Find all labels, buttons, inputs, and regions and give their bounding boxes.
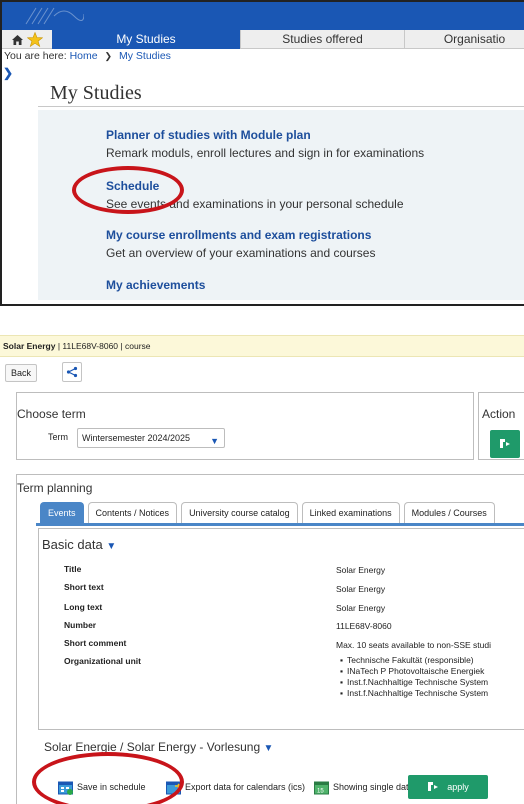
planner-description: Remark moduls, enroll lectures and sign … (106, 146, 425, 160)
tab-contents-notices[interactable]: Contents / Notices (87, 502, 178, 524)
number-value: 11LE68V-8060 (336, 621, 392, 631)
short-comment-key: Short comment (64, 638, 127, 648)
long-text-value: Solar Energy (336, 603, 386, 613)
home-icon[interactable] (8, 32, 26, 47)
short-comment-value: Max. 10 seats available to non-SSE studi (336, 640, 491, 650)
course-sep-2: | (120, 341, 123, 351)
org-unit-item: Inst.f.Nachhaltige Technische System (340, 688, 488, 699)
tab-linked-examinations[interactable]: Linked examinations (301, 502, 400, 524)
top-navigation: My Studies Studies offered Organisatio (2, 30, 524, 49)
back-button[interactable]: Back (5, 364, 38, 382)
lecture-heading-label: Solar Energie / Solar Energy - Vorlesung (44, 740, 261, 754)
course-number: 11LE68V-8060 (62, 341, 119, 351)
university-logo (25, 7, 84, 25)
show-single-dates-button[interactable]: 15 Showing single dates. (314, 777, 421, 797)
title-divider (38, 106, 524, 107)
export-ics-label: Export data for calendars (ics) (185, 782, 306, 792)
org-unit-item: Technische Fakultät (responsible) (340, 655, 488, 666)
enrollments-description: Get an overview of your examinations and… (106, 246, 376, 260)
breadcrumb-home-link[interactable]: Home (70, 50, 98, 62)
org-unit-list: Technische Fakultät (responsible) INaTec… (340, 655, 488, 699)
save-in-schedule-label: Save in schedule (77, 782, 146, 792)
tab-organisation[interactable]: Organisatio (404, 30, 524, 49)
breadcrumb: You are here: Home ❯ My Studies (2, 49, 524, 63)
short-text-key: Short text (64, 582, 104, 592)
course-title: Solar Energy (3, 341, 56, 351)
menu-item-planner: Planner of studies with Module plan Rema… (106, 128, 424, 160)
calendar-dates-icon: 15 (314, 781, 329, 794)
tab-modules-courses[interactable]: Modules / Courses (403, 502, 495, 524)
lecture-heading[interactable]: Solar Energie / Solar Energy - Vorlesung… (44, 740, 273, 754)
basic-data-heading-label: Basic data (42, 537, 103, 552)
apply-button[interactable]: apply (408, 775, 488, 799)
portal-header (2, 2, 524, 30)
enrollments-link[interactable]: My course enrollments and exam registrat… (106, 228, 375, 242)
org-unit-key: Organizational unit (64, 656, 141, 666)
my-studies-screenshot: My Studies Studies offered Organisatio Y… (0, 0, 524, 306)
menu-item-achievements: My achievements (106, 278, 205, 292)
org-unit-item: Inst.f.Nachhaltige Technische System (340, 677, 488, 688)
save-in-schedule-button[interactable]: Save in schedule (58, 777, 146, 797)
choose-term-box: Choose term (16, 392, 474, 460)
planner-link[interactable]: Planner of studies with Module plan (106, 128, 424, 142)
course-breadcrumb: Solar Energy | 11LE68V-8060 | course (0, 335, 524, 357)
term-label: Term (48, 432, 68, 442)
basic-data-box: Basic data ▼ (38, 528, 524, 730)
number-key: Number (64, 620, 97, 630)
term-select[interactable]: Wintersemester 2024/2025 ▼ (77, 428, 225, 448)
export-icon (500, 439, 510, 448)
actions-heading: Action (482, 407, 516, 421)
menu-item-enrollments: My course enrollments and exam registrat… (106, 228, 375, 260)
achievements-link[interactable]: My achievements (106, 278, 205, 292)
tabs-underline (36, 523, 524, 526)
export-ics-button[interactable]: Export data for calendars (ics) (166, 777, 305, 797)
calendar-export-icon (166, 781, 182, 794)
chevron-down-icon: ▼ (106, 541, 117, 552)
org-unit-item: INaTech P Photovoltaische Energiek (340, 666, 488, 677)
long-text-key: Long text (64, 602, 103, 612)
chevron-down-icon: ▼ (210, 436, 219, 446)
breadcrumb-prefix: You are here: (4, 50, 67, 62)
apply-label: apply (447, 782, 469, 792)
schedule-description: See events and examinations in your pers… (106, 197, 404, 211)
breadcrumb-current[interactable]: My Studies (119, 50, 171, 62)
apply-icon (428, 782, 439, 791)
course-sep-1: | (57, 341, 61, 351)
term-planning-heading: Term planning (17, 481, 93, 495)
page-title: My Studies (50, 82, 142, 104)
sidebar-toggle-chevron-icon[interactable]: ❯ (3, 66, 13, 80)
choose-term-heading: Choose term (17, 407, 86, 421)
tab-events[interactable]: Events (40, 502, 84, 524)
breadcrumb-chevron-icon: ❯ (104, 51, 113, 61)
title-key: Title (64, 564, 82, 574)
chevron-down-icon: ▼ (263, 743, 274, 754)
tab-studies-offered[interactable]: Studies offered (240, 30, 404, 49)
share-button[interactable] (62, 362, 82, 382)
menu-item-schedule: Schedule See events and examinations in … (106, 179, 404, 211)
tab-my-studies[interactable]: My Studies (52, 30, 240, 49)
title-value: Solar Energy (336, 565, 386, 575)
favorite-star-icon[interactable] (26, 32, 44, 47)
course-kind: course (125, 341, 151, 351)
calendar-add-icon (58, 781, 73, 795)
term-planning-tabs: Events Contents / Notices University cou… (40, 502, 499, 524)
svg-text:15: 15 (317, 788, 324, 794)
action-export-button[interactable] (490, 430, 520, 458)
schedule-link[interactable]: Schedule (106, 179, 404, 193)
tab-course-catalog[interactable]: University course catalog (181, 502, 298, 524)
term-select-value: Wintersemester 2024/2025 (82, 433, 191, 443)
short-text-value: Solar Energy (336, 584, 386, 594)
basic-data-heading[interactable]: Basic data ▼ (42, 537, 116, 552)
share-icon (66, 366, 78, 378)
